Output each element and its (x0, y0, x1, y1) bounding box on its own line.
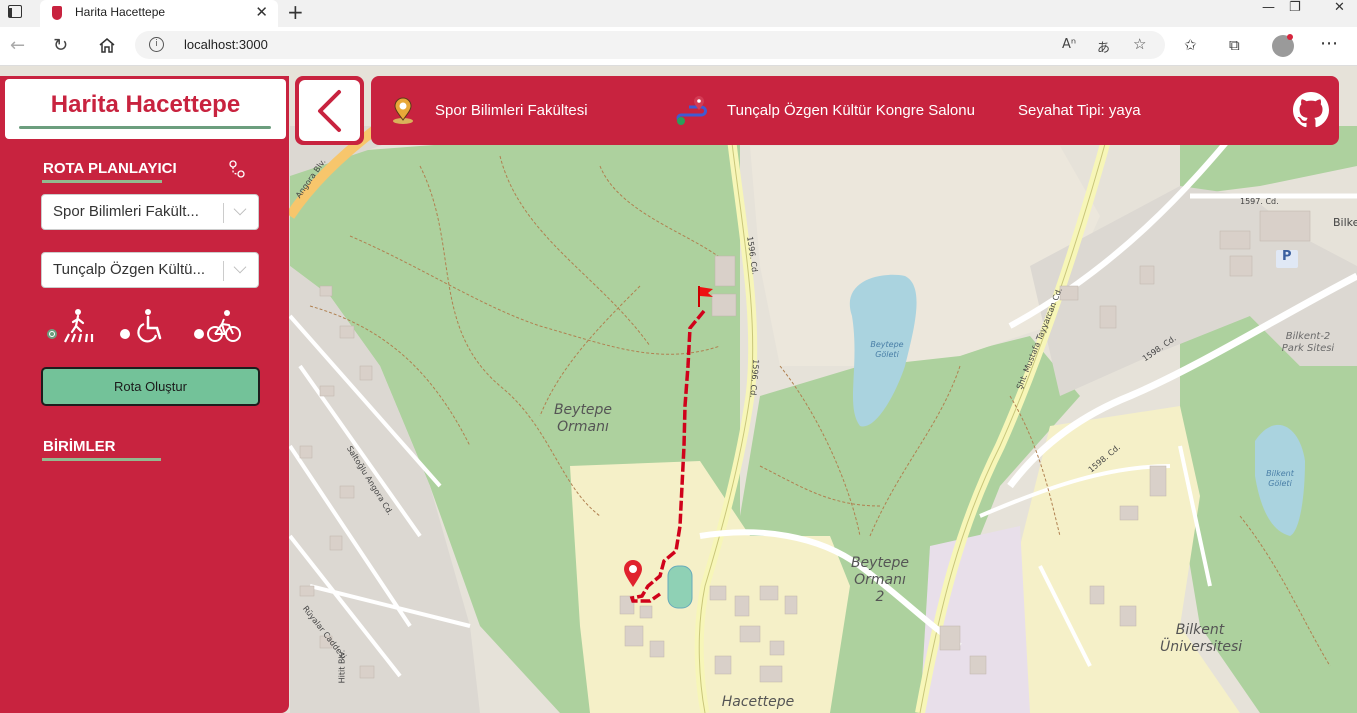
translate-icon[interactable]: あ (1097, 37, 1110, 56)
info-travel-type: Seyahat Tipi: yaya (1018, 102, 1141, 119)
refresh-icon[interactable]: ↻ (53, 35, 68, 56)
route-planner-title: ROTA PLANLAYICI (43, 160, 177, 177)
select-separator (223, 261, 224, 281)
minimize-icon[interactable]: — (1262, 0, 1275, 15)
route-map-icon (676, 96, 707, 125)
destination-flag-icon[interactable] (697, 284, 715, 308)
origin-select[interactable]: Spor Bilimleri Fakült... (41, 194, 259, 230)
github-icon[interactable] (1293, 92, 1329, 128)
route-planner-icon (229, 160, 245, 178)
browser-tab-bar: Harita Hacettepe ✕ + — ❐ ✕ (0, 0, 1357, 27)
route-planner-underline (42, 180, 162, 183)
sidebar: Harita Hacettepe ROTA PLANLAYICI Spor Bi… (0, 76, 289, 713)
tab-title: Harita Hacettepe (75, 5, 166, 19)
brand-header: Harita Hacettepe (5, 79, 286, 139)
map-label-lake2: Bilkent Göleti (1266, 469, 1294, 488)
route-info-bar: Spor Bilimleri Fakültesi Tunçalp Özgen K… (371, 76, 1339, 145)
new-tab-button[interactable]: + (287, 0, 304, 24)
chevron-down-icon[interactable] (233, 202, 247, 216)
wheelchair-icon[interactable] (136, 308, 166, 344)
map-label-lake: Beytepe Göleti (870, 340, 904, 359)
brand-title: Harita Hacettepe (50, 91, 241, 118)
close-tab-icon[interactable]: ✕ (255, 3, 268, 21)
pedestrian-crossing-icon[interactable] (62, 308, 94, 344)
collapse-sidebar-button[interactable] (295, 76, 364, 145)
chevron-down-icon[interactable] (233, 260, 247, 274)
chevron-left-icon (318, 90, 341, 132)
road-label: 1597. Cd. (1240, 197, 1279, 206)
add-favorite-icon[interactable]: ☆ (1133, 35, 1146, 53)
browser-tab[interactable]: Harita Hacettepe ✕ (40, 0, 278, 27)
favorites-icon[interactable]: ✩ (1184, 36, 1197, 54)
read-aloud-icon[interactable]: Aⁿ (1062, 37, 1076, 52)
map-label-forest: Beytepe Ormanı (553, 402, 613, 435)
road-label: Hitit Blv. (337, 649, 347, 684)
map-label-park: Bilkent-2 Park Sitesi (1281, 331, 1335, 354)
favicon-icon (52, 6, 62, 20)
close-window-icon[interactable]: ✕ (1334, 0, 1345, 15)
address-bar: ← ↻ i localhost:3000 Aⁿ あ ☆ ✩ ⧉ ⋯ (0, 27, 1357, 66)
maximize-icon[interactable]: ❐ (1289, 0, 1301, 15)
info-origin: Spor Bilimleri Fakültesi (435, 102, 588, 119)
destination-select-value: Tunçalp Özgen Kültü... (53, 261, 206, 278)
home-icon[interactable] (98, 37, 116, 54)
more-menu-icon[interactable]: ⋯ (1320, 33, 1338, 54)
profile-badge (1287, 34, 1293, 40)
brand-underline (19, 126, 271, 129)
origin-select-value: Spor Bilimleri Fakült... (53, 203, 199, 220)
location-pin-icon (393, 97, 413, 124)
tab-actions-icon[interactable] (8, 5, 22, 18)
back-arrow-icon[interactable]: ← (10, 35, 25, 56)
url-text: localhost:3000 (184, 37, 268, 52)
mode-pedestrian-radio[interactable] (47, 329, 57, 339)
map-label-forest2: Beytepe Ormanı 2 (850, 555, 910, 605)
units-underline (42, 458, 161, 461)
bicycle-icon[interactable] (207, 308, 241, 344)
mode-wheelchair-radio[interactable] (120, 329, 130, 339)
parking-icon: P (1282, 249, 1292, 264)
info-destination: Tunçalp Özgen Kültür Kongre Salonu (727, 102, 975, 119)
origin-pin-icon[interactable] (623, 560, 643, 588)
map-label-hacettepe: Hacettepe (721, 694, 795, 710)
units-title: BİRİMLER (43, 438, 116, 455)
select-separator (223, 203, 224, 223)
create-route-button[interactable]: Rota Oluştur (41, 367, 260, 406)
road-label: Bilke (1333, 216, 1357, 229)
destination-select[interactable]: Tunçalp Özgen Kültü... (41, 252, 259, 288)
map-label-bilkent: Bilkent Üniversitesi (1160, 622, 1243, 655)
collections-icon[interactable]: ⧉ (1229, 36, 1240, 54)
back-button-face (299, 80, 360, 141)
mode-bicycle-radio[interactable] (194, 329, 204, 339)
url-field[interactable]: i localhost:3000 Aⁿ あ ☆ (135, 31, 1165, 59)
info-icon[interactable]: i (149, 37, 164, 52)
